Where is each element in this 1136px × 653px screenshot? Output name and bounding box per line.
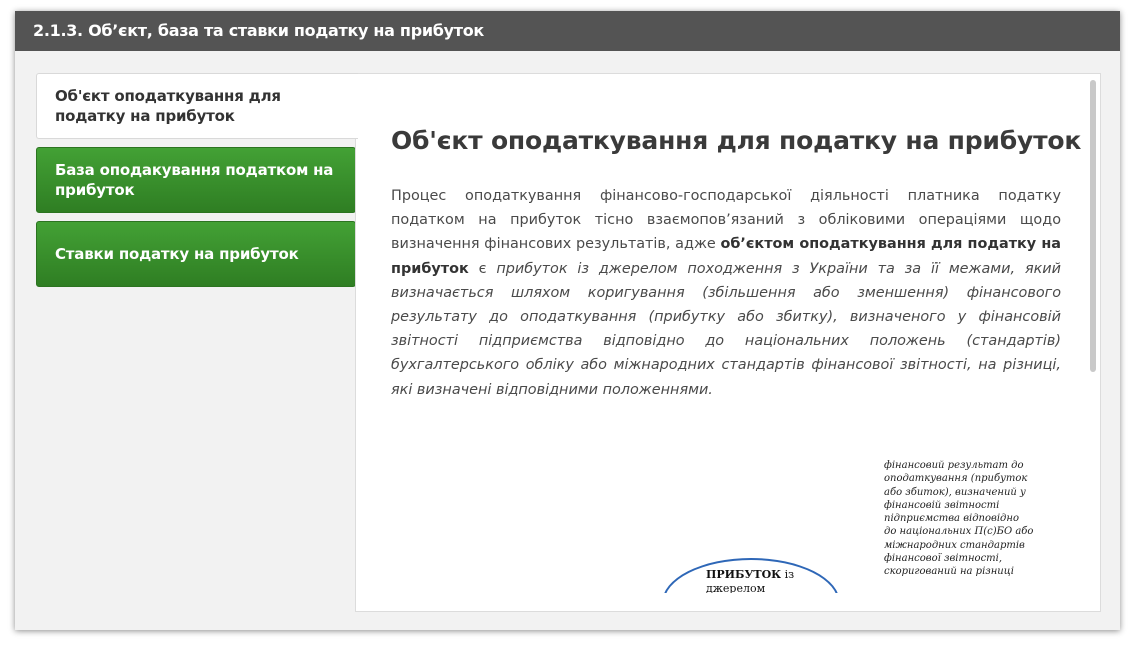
panel-title: Об'єкт оподаткування для податку на приб… — [391, 126, 1082, 155]
panel-paragraph: Процес оподаткування фінансово-господарс… — [391, 184, 1061, 402]
paragraph-text: є — [468, 260, 497, 277]
tab-tax-base[interactable]: База оподакування податком на прибуток — [36, 147, 356, 213]
content-panel: Об'єкт оподаткування для податку на приб… — [355, 73, 1101, 612]
tab-label: База оподакування податком на прибуток — [55, 161, 334, 199]
lesson-card: 2.1.3. Об’єкт, база та ставки податку на… — [15, 11, 1120, 630]
paragraph-italic-definition: прибуток із джерелом походження з Україн… — [391, 260, 1062, 398]
tab-object-of-taxation[interactable]: Об'єкт оподаткування для податку на приб… — [36, 73, 358, 139]
oval-bold-text: ПРИБУТОК — [706, 568, 782, 581]
tab-label: Ставки податку на прибуток — [55, 245, 299, 263]
diagram-note: фінансовий результат до оподаткування (п… — [884, 460, 1034, 578]
diagram-clip-mask — [656, 593, 856, 611]
tab-list: Об'єкт оподаткування для податку на приб… — [36, 73, 358, 295]
tab-tax-rates[interactable]: Ставки податку на прибуток — [36, 221, 356, 287]
section-title: 2.1.3. Об’єкт, база та ставки податку на… — [15, 11, 1120, 51]
tab-label: Об'єкт оподаткування для податку на приб… — [55, 87, 281, 125]
scrollbar-thumb[interactable] — [1090, 80, 1096, 372]
